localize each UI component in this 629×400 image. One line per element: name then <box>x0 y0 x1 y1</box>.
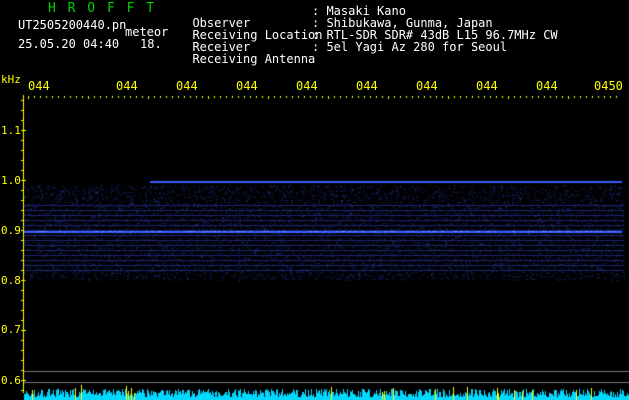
antenna-row: Receiving Antenna : 5el Yagi Az 280 for … <box>178 41 507 77</box>
antenna-value: : 5el Yagi Az 280 for Seoul <box>312 40 508 54</box>
image-filename: UT2505200440.pn <box>18 18 127 32</box>
time-tick: 044 <box>476 79 498 93</box>
antenna-key: Receiving Antenna <box>192 52 316 66</box>
freq-label: 1.1 <box>1 124 21 137</box>
time-tick: 044 <box>28 79 50 93</box>
time-tick: 044 <box>116 79 138 93</box>
freq-label: 0.6 <box>1 374 21 387</box>
time-tick: 044 <box>176 79 198 93</box>
station-name: H R O F F T <box>48 1 157 16</box>
time-tick: 044 <box>416 79 438 93</box>
time-tick: 0450 <box>594 79 623 93</box>
observation-datetime: 25.05.20 04:40 <box>18 37 120 51</box>
time-tick: 044 <box>536 79 558 93</box>
frequency-unit-label: kHz <box>1 73 21 86</box>
meteor-count: 18. <box>140 37 162 51</box>
time-tick: 044 <box>356 79 378 93</box>
freq-label: 0.8 <box>1 274 21 287</box>
freq-label: 0.9 <box>1 224 21 237</box>
time-tick: 044 <box>296 79 318 93</box>
freq-label: 0.7 <box>1 323 21 336</box>
freq-label: 1.0 <box>1 174 21 187</box>
time-tick: 044 <box>236 79 258 93</box>
